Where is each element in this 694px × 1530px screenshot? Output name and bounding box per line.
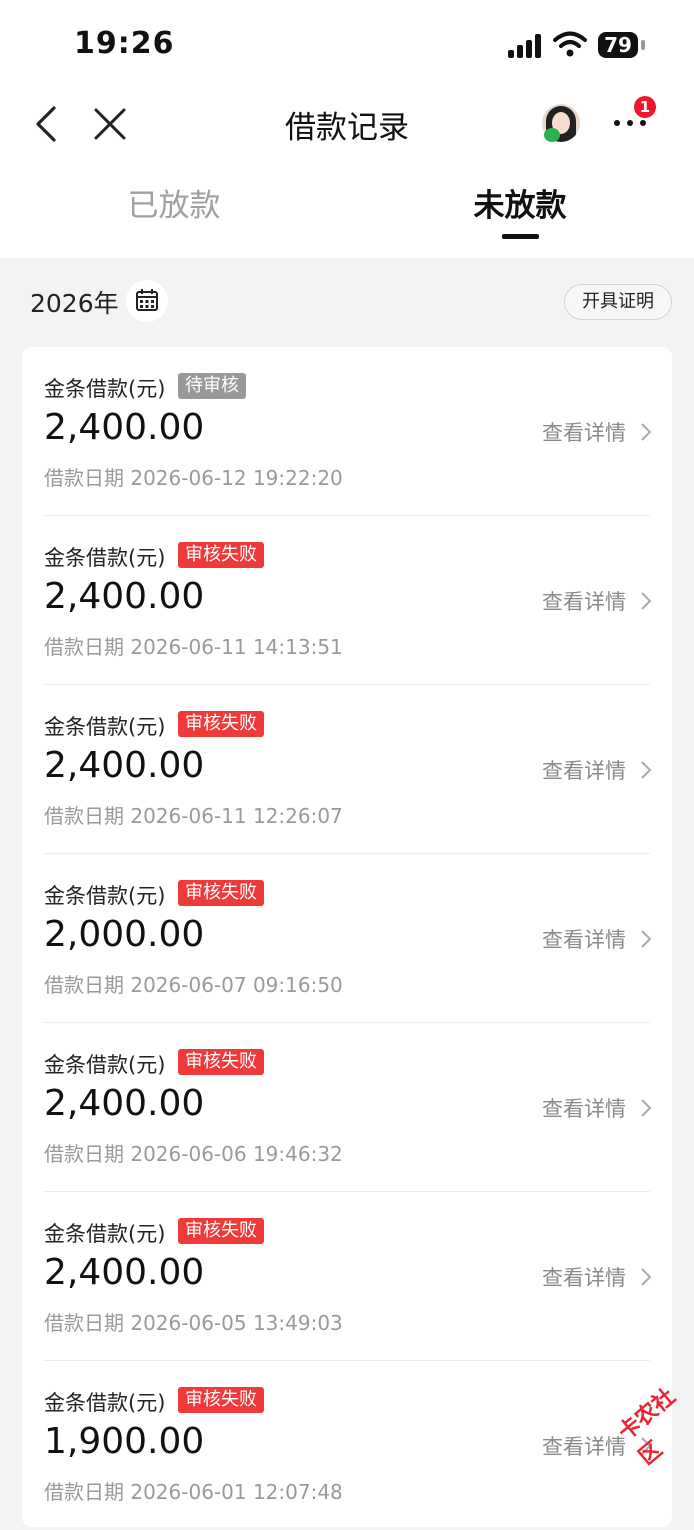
calendar-button[interactable]	[126, 280, 168, 322]
loan-amount: 2,000.00	[44, 914, 205, 955]
loan-amount: 1,900.00	[44, 1421, 205, 1462]
tab-disbursed[interactable]: 已放款	[54, 180, 294, 225]
wechat-icon	[544, 128, 560, 142]
loan-date: 借款日期 2026-06-06 19:46:32	[44, 1142, 343, 1166]
tab-not-disbursed[interactable]: 未放款	[400, 180, 640, 225]
status-bar: 19:26 79	[0, 0, 694, 90]
year-label[interactable]: 2026年	[30, 284, 119, 320]
loan-date: 借款日期 2026-06-07 09:16:50	[44, 973, 343, 997]
status-badge: 审核失败	[178, 1049, 264, 1075]
loan-date: 借款日期 2026-06-11 14:13:51	[44, 635, 343, 659]
notification-badge: 1	[634, 96, 656, 118]
loan-title: 金条借款(元)	[44, 546, 166, 570]
loan-date: 借款日期 2026-06-05 13:49:03	[44, 1311, 343, 1335]
status-badge: 审核失败	[178, 711, 264, 737]
loan-item[interactable]: 金条借款(元) 审核失败 2,400.00 借款日期 2026-06-06 19…	[22, 1023, 672, 1192]
battery-icon: 79	[598, 32, 638, 58]
loan-item[interactable]: 金条借款(元) 审核失败 2,000.00 借款日期 2026-06-07 09…	[22, 854, 672, 1023]
issue-certificate-button[interactable]: 开具证明	[564, 284, 672, 320]
loan-amount: 2,400.00	[44, 576, 205, 617]
loan-title: 金条借款(元)	[44, 715, 166, 739]
calendar-icon	[136, 289, 158, 311]
page-title: 借款记录	[285, 110, 409, 146]
loan-item[interactable]: 金条借款(元) 审核失败 2,400.00 借款日期 2026-06-05 13…	[22, 1192, 672, 1361]
status-badge: 审核失败	[178, 542, 264, 568]
chevron-right-icon	[641, 761, 652, 779]
tab-active-indicator	[502, 234, 539, 239]
battery-tip	[641, 40, 645, 50]
view-detail-link[interactable]: 查看详情	[542, 924, 626, 954]
status-time: 19:26	[74, 26, 175, 61]
status-badge: 待审核	[178, 373, 246, 399]
view-detail-link[interactable]: 查看详情	[542, 1262, 626, 1292]
filter-bar: 2026年 开具证明	[0, 270, 694, 332]
loan-title: 金条借款(元)	[44, 1222, 166, 1246]
loan-item[interactable]: 金条借款(元) 审核失败 1,900.00 借款日期 2026-06-01 12…	[22, 1361, 672, 1530]
loan-date: 借款日期 2026-06-01 12:07:48	[44, 1480, 343, 1504]
loan-title: 金条借款(元)	[44, 377, 166, 401]
tab-bar: 已放款 未放款	[0, 180, 694, 250]
chevron-right-icon	[641, 1099, 652, 1117]
wifi-icon	[553, 31, 587, 57]
view-detail-link[interactable]: 查看详情	[542, 417, 626, 447]
chevron-right-icon	[641, 930, 652, 948]
loan-amount: 2,400.00	[44, 745, 205, 786]
loan-item[interactable]: 金条借款(元) 审核失败 2,400.00 借款日期 2026-06-11 12…	[22, 685, 672, 854]
chevron-right-icon	[641, 1268, 652, 1286]
loan-amount: 2,400.00	[44, 1252, 205, 1293]
chevron-right-icon	[641, 423, 652, 441]
watermark: 卡农社区	[590, 1384, 690, 1482]
loan-amount: 2,400.00	[44, 1083, 205, 1124]
status-badge: 审核失败	[178, 1218, 264, 1244]
view-detail-link[interactable]: 查看详情	[542, 586, 626, 616]
view-detail-link[interactable]: 查看详情	[542, 1093, 626, 1123]
status-badge: 审核失败	[178, 1387, 264, 1413]
loan-amount: 2,400.00	[44, 407, 205, 448]
more-dot-icon	[640, 120, 646, 126]
loan-title: 金条借款(元)	[44, 884, 166, 908]
header-area: 19:26 79 借款记录 1 已放款 未放款	[0, 0, 694, 258]
loan-title: 金条借款(元)	[44, 1053, 166, 1077]
chevron-right-icon	[641, 592, 652, 610]
more-dot-icon	[627, 120, 633, 126]
loan-item[interactable]: 金条借款(元) 待审核 2,400.00 借款日期 2026-06-12 19:…	[22, 347, 672, 516]
more-dot-icon	[614, 120, 620, 126]
view-detail-link[interactable]: 查看详情	[542, 755, 626, 785]
status-badge: 审核失败	[178, 880, 264, 906]
nav-bar: 借款记录 1	[0, 88, 694, 158]
loan-title: 金条借款(元)	[44, 1391, 166, 1415]
loan-item[interactable]: 金条借款(元) 审核失败 2,400.00 借款日期 2026-06-11 14…	[22, 516, 672, 685]
loan-date: 借款日期 2026-06-12 19:22:20	[44, 466, 343, 490]
loan-date: 借款日期 2026-06-11 12:26:07	[44, 804, 343, 828]
loan-list: 金条借款(元) 待审核 2,400.00 借款日期 2026-06-12 19:…	[22, 347, 672, 1527]
cellular-signal-icon	[508, 34, 544, 58]
